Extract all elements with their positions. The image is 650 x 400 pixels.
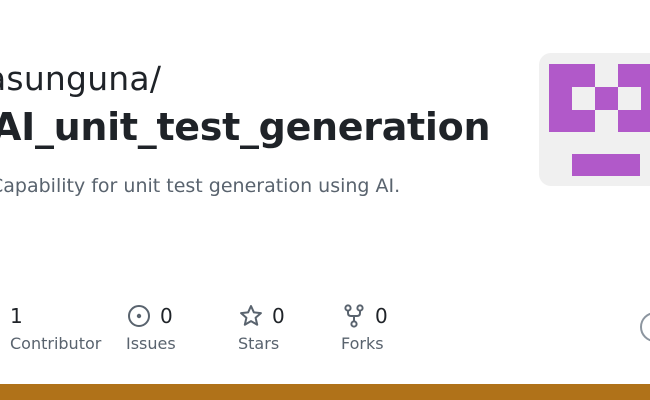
contributors-count: 1 bbox=[10, 304, 23, 328]
fork-icon bbox=[341, 303, 367, 329]
forks-count: 0 bbox=[375, 304, 388, 328]
contributors-label: Contributor bbox=[10, 334, 102, 353]
stat-contributors[interactable]: 1 Contributor bbox=[10, 302, 101, 353]
star-icon bbox=[238, 303, 264, 329]
issue-icon bbox=[126, 303, 152, 329]
repo-name[interactable]: AI_unit_test_generation bbox=[0, 105, 491, 149]
owner-avatar[interactable] bbox=[539, 53, 650, 186]
stars-count: 0 bbox=[272, 304, 285, 328]
language-bar bbox=[0, 384, 650, 400]
issues-label: Issues bbox=[126, 334, 176, 353]
repo-owner[interactable]: asunguna/ bbox=[0, 59, 161, 98]
forks-label: Forks bbox=[341, 334, 384, 353]
stars-label: Stars bbox=[238, 334, 280, 353]
issues-count: 0 bbox=[160, 304, 173, 328]
stat-issues[interactable]: 0 Issues bbox=[126, 302, 176, 353]
stat-stars[interactable]: 0 Stars bbox=[238, 302, 285, 353]
repo-description: Capability for unit test generation usin… bbox=[0, 175, 401, 197]
github-logo-icon bbox=[640, 312, 650, 342]
identicon-icon bbox=[549, 64, 650, 176]
stat-forks[interactable]: 0 Forks bbox=[341, 302, 388, 353]
